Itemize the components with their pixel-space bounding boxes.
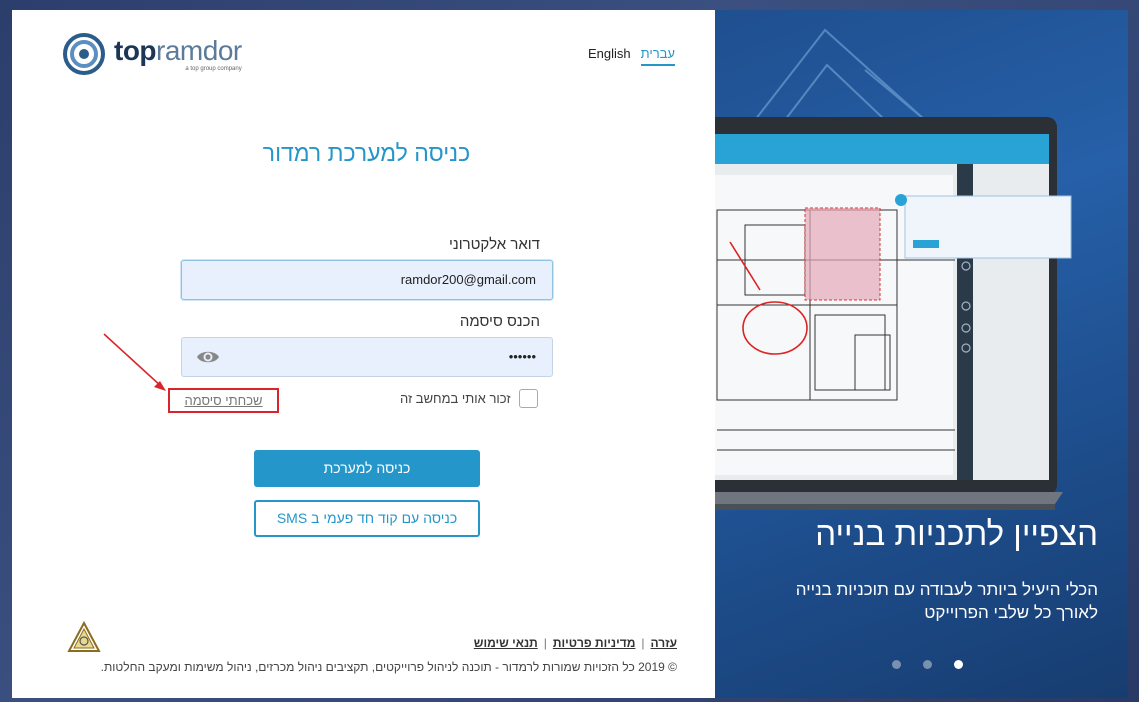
annotation-arrow — [103, 333, 166, 391]
lang-english[interactable]: English — [588, 46, 631, 66]
password-value: •••••• — [508, 349, 536, 364]
lang-hebrew[interactable]: עברית — [640, 46, 675, 66]
footer-terms-link[interactable]: תנאי שימוש — [474, 636, 538, 650]
footer-separator: | — [543, 636, 547, 650]
logo-icon — [62, 32, 106, 76]
remember-label: זכור אותי במחשב זה — [400, 391, 511, 406]
language-switcher: English עברית — [588, 46, 675, 66]
carousel-dot[interactable] — [923, 660, 932, 669]
hero-subtitle: הכלי היעיל ביותר לעבודה עם תוכניות בנייה… — [795, 580, 1098, 622]
password-field[interactable]: •••••• — [181, 337, 553, 377]
hero-title: הצפיין לתכניות בנייה — [815, 515, 1098, 552]
remember-me[interactable]: זכור אותי במחשב זה — [400, 389, 538, 408]
email-label: דואר אלקטרוני — [448, 236, 540, 253]
app-frame: topramdor a top group company English עב… — [12, 10, 1128, 698]
eye-icon[interactable] — [196, 349, 220, 365]
email-field[interactable]: ramdor200@gmail.com — [181, 260, 553, 300]
carousel-dots — [892, 660, 963, 669]
certification-badge — [67, 620, 101, 655]
footer-links: עזרה | מדיניות פרטיות | תנאי שימוש — [474, 636, 677, 650]
page-title: כניסה למערכת רמדור — [262, 140, 471, 166]
logo-prefix: top — [114, 34, 157, 66]
login-button[interactable]: כניסה למערכת — [254, 450, 480, 487]
footer-privacy-link[interactable]: מדיניות פרטיות — [553, 636, 636, 650]
footer-help-link[interactable]: עזרה — [651, 636, 677, 650]
sms-login-button[interactable]: כניסה עם קוד חד פעמי ב SMS — [254, 500, 480, 537]
logo-tagline: a top group company — [185, 65, 242, 72]
hero-panel: הצפיין לתכניות בנייה הכלי היעיל ביותר לע… — [715, 10, 1128, 698]
password-label: הכנס סיסמה — [459, 313, 540, 330]
remember-checkbox[interactable] — [518, 389, 538, 408]
carousel-dot-active[interactable] — [954, 660, 963, 669]
footer-separator: | — [641, 636, 645, 650]
copyright-text: © 2019 כל הזכויות שמורות לרמדור - תוכנה … — [100, 660, 677, 674]
carousel-dot[interactable] — [892, 660, 901, 669]
logo: topramdor a top group company — [62, 32, 242, 76]
forgot-password-link[interactable]: שכחתי סיסמה — [168, 388, 279, 413]
logo-suffix: ramdor — [156, 34, 242, 66]
login-panel: topramdor a top group company English עב… — [12, 10, 715, 698]
